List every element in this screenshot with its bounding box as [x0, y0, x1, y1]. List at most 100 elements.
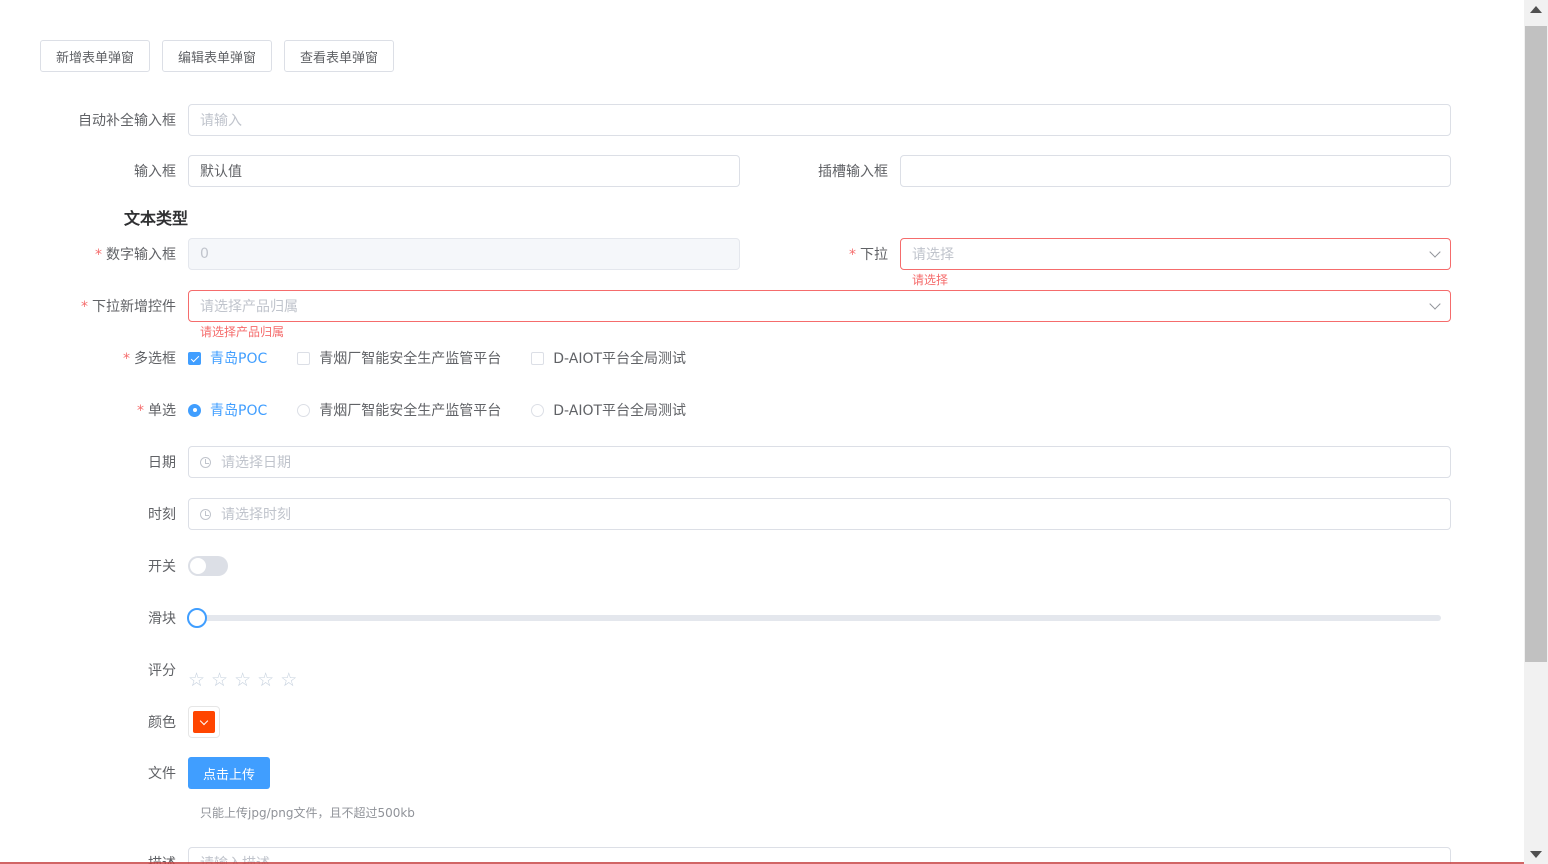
- number-input[interactable]: 0: [188, 238, 740, 270]
- select-add-placeholder: 请选择产品归属: [200, 299, 298, 315]
- select-add-dropdown[interactable]: 请选择产品归属: [188, 290, 1451, 322]
- checkbox-row: * 多选框 青岛POC 青烟厂智能安全生产监管平台 D-AIOT平台全局测试: [0, 342, 716, 374]
- radio-option[interactable]: 青岛POC: [188, 400, 267, 420]
- autocomplete-label: 自动补全输入框: [78, 113, 176, 129]
- color-picker[interactable]: [188, 706, 220, 738]
- slider-handle[interactable]: [187, 608, 207, 628]
- chevron-down-icon: [199, 716, 209, 725]
- date-label: 日期: [148, 455, 176, 471]
- scroll-up-arrow-icon[interactable]: [1530, 6, 1542, 13]
- checkbox-checked-icon[interactable]: [188, 351, 201, 365]
- vertical-scrollbar[interactable]: [1524, 0, 1548, 864]
- color-row: 颜色: [0, 706, 220, 738]
- radio-option-label: 青烟厂智能安全生产监管平台: [319, 403, 502, 419]
- upload-button[interactable]: 点击上传: [188, 757, 271, 789]
- radio-option-label: 青岛POC: [210, 403, 268, 419]
- text-input-value: 默认值: [200, 164, 242, 180]
- edit-form-dialog-button[interactable]: 编辑表单弹窗: [162, 40, 273, 72]
- radio-option-label: D-AIOT平台全局测试: [553, 403, 687, 419]
- time-placeholder: 请选择时刻: [221, 507, 291, 523]
- checkbox-option-label: D-AIOT平台全局测试: [553, 351, 687, 367]
- slot-input[interactable]: [900, 155, 1451, 187]
- checkbox-icon[interactable]: [531, 351, 545, 365]
- radio-option[interactable]: 青烟厂智能安全生产监管平台: [297, 400, 501, 420]
- switch-label: 开关: [148, 559, 176, 575]
- color-label: 颜色: [148, 715, 176, 731]
- select-label: * 下拉: [740, 244, 900, 264]
- number-select-row: * 数字输入框 0 * 下拉 请选择: [0, 238, 1451, 270]
- checkbox-option-label: 青岛POC: [210, 351, 268, 367]
- input-label: 输入框: [134, 164, 176, 180]
- required-mark: *: [123, 351, 130, 367]
- time-label: 时刻: [148, 507, 176, 523]
- number-label-text: 数字输入框: [106, 247, 176, 263]
- slider-track[interactable]: [187, 608, 1441, 628]
- scrollbar-thumb[interactable]: [1525, 26, 1547, 662]
- autocomplete-input[interactable]: 请输入: [188, 104, 1451, 136]
- radio-label: * 单选: [0, 400, 188, 420]
- clock-icon: [200, 456, 211, 468]
- autocomplete-placeholder: 请输入: [200, 113, 242, 129]
- number-label: * 数字输入框: [0, 244, 188, 264]
- select-add-label-text: 下拉新增控件: [92, 299, 176, 315]
- select-placeholder: 请选择: [912, 247, 954, 263]
- scroll-down-arrow-icon[interactable]: [1530, 851, 1542, 858]
- upload-tip: 只能上传jpg/png文件，且不超过500kb: [200, 806, 415, 820]
- add-form-dialog-button[interactable]: 新增表单弹窗: [40, 40, 151, 72]
- time-picker[interactable]: 请选择时刻: [188, 498, 1451, 530]
- toggle-switch[interactable]: [188, 556, 228, 576]
- checkbox-option[interactable]: D-AIOT平台全局测试: [531, 348, 686, 368]
- file-label: 文件: [148, 766, 176, 782]
- star-icon[interactable]: ☆: [257, 670, 274, 690]
- star-icon[interactable]: ☆: [280, 670, 297, 690]
- slider-label: 滑块: [148, 611, 176, 627]
- slot-input-label: 插槽输入框: [818, 164, 888, 180]
- form-page: 新增表单弹窗 编辑表单弹窗 查看表单弹窗 自动补全输入框 请输入 输入框 默认值…: [0, 0, 1524, 864]
- required-mark: *: [137, 403, 144, 419]
- select-add-label: * 下拉新增控件: [0, 296, 188, 316]
- toolbar: 新增表单弹窗 编辑表单弹窗 查看表单弹窗: [40, 40, 395, 72]
- section-title: 文本类型: [124, 209, 189, 228]
- star-icon[interactable]: ☆: [211, 670, 228, 690]
- select-dropdown[interactable]: 请选择: [900, 238, 1451, 270]
- slider-row: 滑块: [0, 602, 1441, 634]
- text-input[interactable]: 默认值: [188, 155, 740, 187]
- switch-row: 开关: [0, 550, 228, 582]
- checkbox-icon[interactable]: [297, 351, 311, 365]
- checkbox-option[interactable]: 青烟厂智能安全生产监管平台: [297, 348, 501, 368]
- radio-selected-icon[interactable]: [188, 403, 201, 417]
- select-label-text: 下拉: [860, 247, 888, 263]
- rate-label: 评分: [148, 663, 176, 679]
- required-mark: *: [849, 247, 856, 263]
- checkbox-label-text: 多选框: [134, 351, 176, 367]
- color-swatch: [193, 711, 215, 733]
- file-row: 文件 点击上传: [0, 757, 271, 789]
- radio-row: * 单选 青岛POC 青烟厂智能安全生产监管平台 D-AIOT平台全局测试: [0, 394, 716, 426]
- rating-stars: ☆ ☆ ☆ ☆ ☆: [188, 670, 297, 690]
- input-row: 输入框 默认值 插槽输入框: [0, 155, 1451, 187]
- radio-label-text: 单选: [148, 403, 176, 419]
- radio-icon[interactable]: [531, 403, 545, 417]
- radio-icon[interactable]: [297, 403, 311, 417]
- view-form-dialog-button[interactable]: 查看表单弹窗: [284, 40, 395, 72]
- select-error-text: 请选择: [912, 273, 949, 287]
- checkbox-label: * 多选框: [0, 348, 188, 368]
- checkbox-option-label: 青烟厂智能安全生产监管平台: [319, 351, 502, 367]
- clock-icon: [200, 508, 211, 520]
- chevron-down-icon: [1429, 246, 1441, 258]
- number-input-value: 0: [200, 246, 209, 262]
- autocomplete-row: 自动补全输入框 请输入: [0, 104, 1451, 136]
- star-icon[interactable]: ☆: [234, 670, 251, 690]
- required-mark: *: [95, 247, 102, 263]
- select-add-row: * 下拉新增控件 请选择产品归属: [0, 290, 1451, 322]
- star-icon[interactable]: ☆: [188, 670, 205, 690]
- date-row: 日期 请选择日期: [0, 446, 1451, 478]
- radio-option[interactable]: D-AIOT平台全局测试: [531, 400, 686, 420]
- select-add-error-text: 请选择产品归属: [200, 325, 285, 339]
- date-placeholder: 请选择日期: [221, 455, 291, 471]
- time-row: 时刻 请选择时刻: [0, 498, 1451, 530]
- checkbox-option[interactable]: 青岛POC: [188, 348, 267, 368]
- rate-row: 评分 ☆ ☆ ☆ ☆ ☆: [0, 654, 297, 689]
- date-picker[interactable]: 请选择日期: [188, 446, 1451, 478]
- required-mark: *: [81, 299, 88, 315]
